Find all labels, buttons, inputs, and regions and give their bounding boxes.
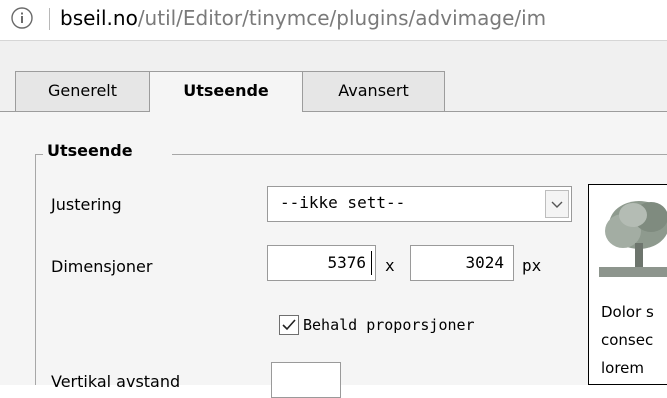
chevron-down-icon[interactable]	[545, 190, 569, 218]
fieldset-legend: Utseende	[43, 141, 137, 160]
url-host: bseil.no	[60, 6, 138, 30]
tab-label: Avansert	[338, 81, 409, 100]
fieldset-border-top	[172, 154, 667, 155]
dimensions-label: Dimensjoner	[51, 257, 153, 276]
tab-avansert[interactable]: Avansert	[302, 71, 445, 111]
address-bar[interactable]: bseil.no/util/Editor/tinymce/plugins/adv…	[0, 0, 667, 40]
preview-text-line: consec	[601, 331, 654, 349]
tab-label: Utseende	[183, 81, 269, 100]
tree-icon	[599, 201, 667, 277]
url-text[interactable]: bseil.no/util/Editor/tinymce/plugins/adv…	[60, 4, 546, 32]
alignment-value: --ikke sett--	[280, 193, 406, 212]
url-path: /util/Editor/tinymce/plugins/advimage/im	[137, 6, 547, 30]
keep-proportions-checkbox[interactable]	[279, 315, 299, 335]
info-icon[interactable]	[11, 7, 33, 29]
dimension-separator: x	[385, 256, 395, 275]
fieldset-border-left	[35, 154, 36, 385]
checkmark-icon	[282, 319, 296, 331]
preview-text-line: lorem	[601, 359, 645, 377]
tab-utseende[interactable]: Utseende	[149, 71, 303, 112]
height-value: 3024	[465, 253, 504, 272]
preview-text-line: Dolor s	[601, 303, 654, 321]
vertical-space-label: Vertikal avstand	[51, 372, 181, 391]
address-separator	[49, 8, 50, 30]
height-input[interactable]: 3024	[410, 245, 514, 281]
alignment-select[interactable]: --ikke sett--	[267, 186, 572, 222]
vertical-space-input[interactable]	[271, 362, 341, 398]
text-caret	[371, 251, 372, 275]
image-preview: Dolor s consec lorem	[588, 184, 667, 385]
keep-proportions-label[interactable]: Behald proporsjoner	[303, 316, 475, 334]
fieldset-border-top-left	[35, 154, 43, 155]
tab-generelt[interactable]: Generelt	[15, 71, 150, 111]
tab-label: Generelt	[47, 81, 117, 100]
alignment-label: Justering	[51, 195, 122, 214]
dimension-unit: px	[522, 256, 542, 275]
width-input[interactable]: 5376	[267, 245, 376, 281]
width-value: 5376	[327, 253, 366, 272]
